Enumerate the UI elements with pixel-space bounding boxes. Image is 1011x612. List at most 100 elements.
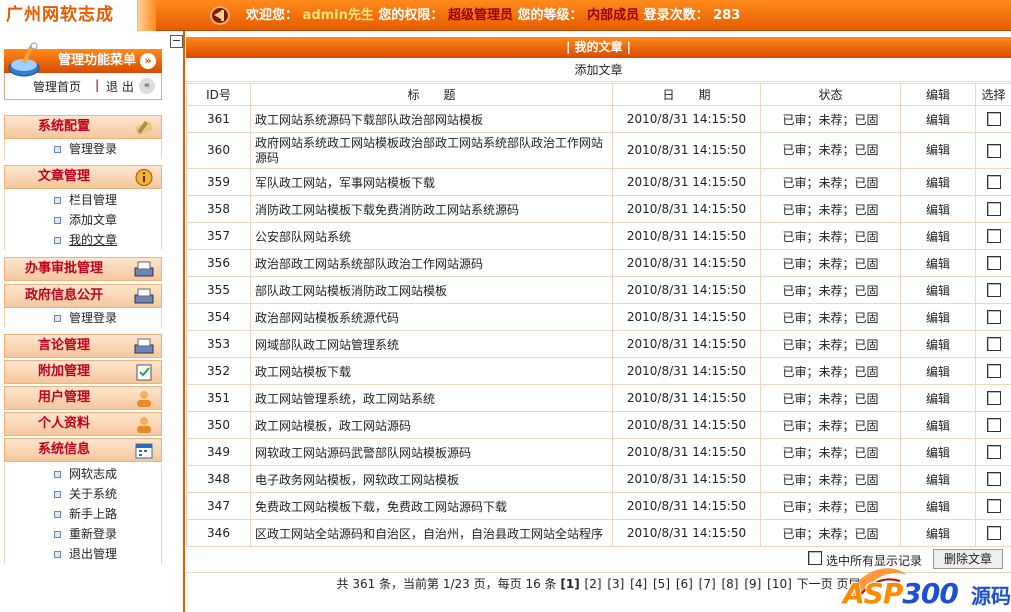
section-title: 系统配置 [37,119,90,134]
cell-title[interactable]: 政工网站管理系统，政工网站系统 [250,384,613,412]
cell-title[interactable]: 网软政工网站源码武警部队网站模板源码 [250,438,613,466]
row-checkbox[interactable] [986,202,1001,217]
cell-title[interactable]: 区政工网站全站源码和自治区，自治州，自治县政工网站全站程序 [250,519,613,547]
row-checkbox[interactable] [986,283,1001,298]
cell-edit-link[interactable]: 编辑 [900,492,976,520]
section-system-config[interactable]: 系统配置 [4,115,162,139]
cell-title[interactable]: 军队政工网站，军事网站模板下载 [250,168,613,196]
row-checkbox[interactable] [986,499,1001,514]
pager-page-link[interactable]: [2] [585,577,602,591]
cell-edit-link[interactable]: 编辑 [900,384,976,412]
sidebar-item-add-article[interactable]: 添加文章 [5,210,161,230]
sidebar-item-category[interactable]: 栏目管理 [5,190,161,210]
section-system-info[interactable]: 系统信息 [4,438,162,462]
sidebar-item-getting-started[interactable]: 新手上路 [5,504,161,524]
cell-status: 已审；未荐；已固 [760,438,901,466]
pager-next[interactable]: 下一页 [797,577,833,591]
pager-page-link[interactable]: [5] [653,577,670,591]
cell-title[interactable]: 政工网站模板下载 [250,357,613,385]
cell-status: 已审；未荐；已固 [760,492,901,520]
pager-page-link[interactable]: [6] [676,577,693,591]
chevron-double-left-icon[interactable]: « [139,78,155,94]
cell-edit-link[interactable]: 编辑 [900,195,976,223]
cell-edit-link[interactable]: 编辑 [900,222,976,250]
cell-title[interactable]: 电子政务网站模板，网软政工网站模板 [250,465,613,493]
logout-link[interactable]: 退 出 [106,78,134,95]
sidebar-item-about-vendor[interactable]: 网软志成 [5,464,161,484]
cell-title[interactable]: 公安部队网站系统 [250,222,613,250]
section-title: 用户管理 [37,390,90,405]
cell-edit-link[interactable]: 编辑 [900,330,976,358]
cell-edit-link[interactable]: 编辑 [900,411,976,439]
row-checkbox[interactable] [986,112,1001,127]
cell-date: 2010/8/31 14:15:50 [612,438,761,466]
cell-edit-link[interactable]: 编辑 [900,438,976,466]
back-arrow-icon[interactable] [210,6,230,25]
row-checkbox[interactable] [986,364,1001,379]
row-checkbox[interactable] [986,175,1001,190]
cell-title[interactable]: 政工网站模板，政工网站源码 [250,411,613,439]
cell-edit-link[interactable]: 编辑 [900,168,976,196]
cell-id: 348 [186,465,251,493]
pager-page-link[interactable]: [9] [744,577,761,591]
cell-edit-link[interactable]: 编辑 [900,519,976,547]
cell-date: 2010/8/31 14:15:50 [612,357,761,385]
section-profile[interactable]: 个人资料 [4,412,162,436]
sidebar-item-relogin[interactable]: 重新登录 [5,524,161,544]
cell-id: 356 [186,249,251,277]
table-row: 360 政府网站系统政工网站模板政治部政工网站系统部队政治工作网站源码 2010/8… [186,132,1011,169]
row-checkbox[interactable] [986,229,1001,244]
watermark-logo: ASP300 [843,577,959,610]
cell-edit-link[interactable]: 编辑 [900,276,976,304]
cell-title[interactable]: 政治部政工网站系统部队政治工作网站源码 [250,249,613,277]
cell-edit-link[interactable]: 编辑 [900,105,976,133]
cell-edit-link[interactable]: 编辑 [900,303,976,331]
pager-page-link[interactable]: [8] [721,577,738,591]
row-checkbox[interactable] [986,256,1001,271]
pager-page-link[interactable]: [4] [630,577,647,591]
row-checkbox[interactable] [986,310,1001,325]
section-gov-info[interactable]: 政府信息公开 [4,284,162,308]
chevron-double-down-icon[interactable]: » [140,53,156,69]
cell-title[interactable]: 政工网站系统源码下载部队政治部网站模板 [250,105,613,133]
pager-page-link[interactable]: [7] [699,577,716,591]
admin-home-link[interactable]: 管理首页 [33,78,81,95]
cell-edit-link[interactable]: 编辑 [900,249,976,277]
cell-edit-link[interactable]: 编辑 [900,357,976,385]
cell-id: 361 [186,105,251,133]
cell-status: 已审；未荐；已固 [760,168,901,196]
select-all-checkbox[interactable] [808,551,822,565]
cell-title[interactable]: 政府网站系统政工网站模板政治部政工网站系统部队政治工作网站源码 [250,132,613,169]
cell-date: 2010/8/31 14:15:50 [612,105,761,133]
cell-title[interactable]: 网域部队政工网站管理系统 [250,330,613,358]
row-checkbox[interactable] [986,391,1001,406]
section-article-management[interactable]: 文章管理 [4,165,162,189]
cell-title[interactable]: 政治部网站模板系统源代码 [250,303,613,331]
pager-page-link[interactable]: [3] [607,577,624,591]
sidebar-item-exit-admin[interactable]: 退出管理 [5,544,161,564]
cell-title[interactable]: 免费政工网站模板下载，免费政工网站源码下载 [250,492,613,520]
row-checkbox[interactable] [986,472,1001,487]
sidebar-collapse-button[interactable]: − [170,35,183,48]
cell-edit-link[interactable]: 编辑 [900,465,976,493]
row-checkbox[interactable] [986,143,1001,158]
section-comment-management[interactable]: 言论管理 [4,334,162,358]
cell-edit-link[interactable]: 编辑 [900,132,976,169]
add-article-link[interactable]: 添加文章 [574,63,622,77]
cell-title[interactable]: 消防政工网站模板下载免费消防政工网站系统源码 [250,195,613,223]
section-approval-management[interactable]: 办事审批管理 [4,257,162,281]
row-checkbox[interactable] [986,418,1001,433]
sidebar-item-my-articles[interactable]: 我的文章 [5,230,161,250]
row-checkbox[interactable] [986,526,1001,541]
row-checkbox[interactable] [986,337,1001,352]
row-checkbox[interactable] [986,445,1001,460]
pager-page-link[interactable]: [10] [767,577,792,591]
cell-title[interactable]: 部队政工网站模板消防政工网站模板 [250,276,613,304]
sidebar-item-login-admin[interactable]: 管理登录 [5,308,161,328]
cell-status: 已审；未荐；已固 [760,276,901,304]
section-extra-management[interactable]: 附加管理 [4,360,162,384]
section-user-management[interactable]: 用户管理 [4,386,162,410]
welcome-label: 欢迎您： [246,8,299,23]
sidebar-item-login-admin[interactable]: 管理登录 [5,139,161,159]
sidebar-item-about-system[interactable]: 关于系统 [5,484,161,504]
